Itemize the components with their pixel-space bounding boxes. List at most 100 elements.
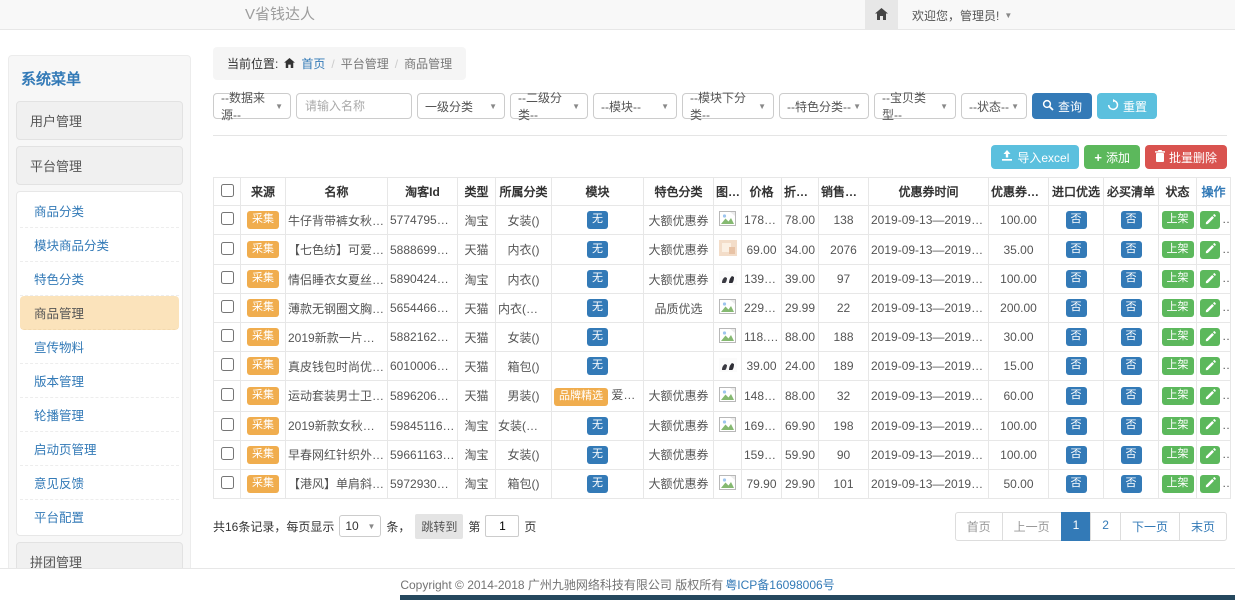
must-buy-badge[interactable]: 否: [1121, 299, 1142, 317]
must-buy-badge[interactable]: 否: [1121, 270, 1142, 288]
select-all-checkbox[interactable]: [221, 184, 234, 197]
cell-source: 采集: [241, 294, 286, 323]
must-buy-badge[interactable]: 否: [1121, 475, 1142, 493]
status-badge[interactable]: 上架: [1162, 241, 1194, 259]
page-button-first[interactable]: 首页: [955, 512, 1003, 541]
sidebar-item-promo-material[interactable]: 宣传物料: [20, 330, 179, 364]
user-menu[interactable]: 欢迎您，管理员! ▼: [912, 7, 1012, 24]
status-badge[interactable]: 上架: [1162, 417, 1194, 435]
reset-button[interactable]: 重置: [1097, 93, 1157, 119]
bulk-delete-button[interactable]: 批量删除: [1145, 145, 1227, 169]
edit-button[interactable]: [1200, 211, 1220, 229]
must-buy-badge[interactable]: 否: [1121, 446, 1142, 464]
import-optional-badge[interactable]: 否: [1066, 328, 1087, 346]
status-badge[interactable]: 上架: [1162, 446, 1194, 464]
import-optional-badge[interactable]: 否: [1066, 270, 1087, 288]
edit-button[interactable]: [1200, 475, 1220, 493]
row-checkbox[interactable]: [221, 300, 234, 313]
search-button[interactable]: 查询: [1032, 93, 1092, 119]
row-checkbox[interactable]: [221, 358, 234, 371]
import-optional-badge[interactable]: 否: [1066, 299, 1087, 317]
col-category: 所属分类: [496, 178, 552, 206]
status-badge[interactable]: 上架: [1162, 387, 1194, 405]
import-optional-badge[interactable]: 否: [1066, 241, 1087, 259]
must-buy-badge[interactable]: 否: [1121, 211, 1142, 229]
item-type-filter-select[interactable]: --宝贝类型--▼: [874, 93, 956, 119]
edit-button[interactable]: [1200, 328, 1220, 346]
sidebar-item-version-management[interactable]: 版本管理: [20, 364, 179, 398]
cell-type: 淘宝: [458, 440, 496, 469]
trash-icon: [1155, 150, 1165, 165]
module-subcategory-filter-select[interactable]: --模块下分类--▼: [682, 93, 774, 119]
edit-button[interactable]: [1200, 357, 1220, 375]
sidebar-item-splash-management[interactable]: 启动页管理: [20, 432, 179, 466]
level2-category-filter-select[interactable]: --二级分类--▼: [510, 93, 588, 119]
cell-coupon-amount: 30.00: [989, 323, 1049, 352]
edit-button[interactable]: [1200, 387, 1220, 405]
edit-button[interactable]: [1200, 270, 1220, 288]
must-buy-badge[interactable]: 否: [1121, 241, 1142, 259]
edit-button[interactable]: [1200, 446, 1220, 464]
status-badge[interactable]: 上架: [1162, 475, 1194, 493]
add-button[interactable]: + 添加: [1084, 145, 1140, 169]
broken-image-icon: [719, 215, 736, 229]
must-buy-badge[interactable]: 否: [1121, 357, 1142, 375]
sidebar-item-carousel-management[interactable]: 轮播管理: [20, 398, 179, 432]
jump-button[interactable]: 跳转到: [415, 514, 463, 539]
status-badge[interactable]: 上架: [1162, 299, 1194, 317]
row-checkbox[interactable]: [221, 242, 234, 255]
sidebar-item-user-management[interactable]: 用户管理: [16, 101, 183, 140]
must-buy-badge[interactable]: 否: [1121, 387, 1142, 405]
import-optional-badge[interactable]: 否: [1066, 211, 1087, 229]
table-row: 采集【港风】单肩斜跨链条...597293020870淘宝箱包()无大额优惠券7…: [214, 469, 1231, 498]
page-button-next[interactable]: 下一页: [1120, 512, 1180, 541]
row-checkbox[interactable]: [221, 212, 234, 225]
status-badge[interactable]: 上架: [1162, 328, 1194, 346]
jump-page-input[interactable]: [485, 515, 519, 537]
row-checkbox[interactable]: [221, 329, 234, 342]
row-checkbox[interactable]: [221, 418, 234, 431]
module-filter-select[interactable]: --模块--▼: [593, 93, 677, 119]
row-checkbox[interactable]: [221, 271, 234, 284]
status-badge[interactable]: 上架: [1162, 270, 1194, 288]
home-button[interactable]: [865, 0, 898, 30]
import-excel-button[interactable]: 导入excel: [991, 145, 1079, 169]
sidebar-item-feature-category[interactable]: 特色分类: [20, 262, 179, 296]
edit-button[interactable]: [1200, 241, 1220, 259]
must-buy-badge[interactable]: 否: [1121, 328, 1142, 346]
row-checkbox[interactable]: [221, 388, 234, 401]
cell-taoke-id: 589042420344: [388, 265, 458, 294]
cell-select: [214, 265, 241, 294]
sidebar-item-goods-category[interactable]: 商品分类: [20, 194, 179, 228]
sidebar-item-module-goods-category[interactable]: 模块商品分类: [20, 228, 179, 262]
icp-link[interactable]: 粤ICP备16098006号: [725, 576, 834, 593]
per-page-select[interactable]: 10 ▼: [339, 515, 381, 537]
sidebar-item-platform-management[interactable]: 平台管理: [16, 146, 183, 185]
import-optional-badge[interactable]: 否: [1066, 357, 1087, 375]
row-checkbox[interactable]: [221, 476, 234, 489]
import-optional-badge[interactable]: 否: [1066, 475, 1087, 493]
level1-category-filter-select[interactable]: 一级分类▼: [417, 93, 505, 119]
feature-category-filter-select[interactable]: --特色分类--▼: [779, 93, 869, 119]
status-filter-select[interactable]: --状态--▼: [961, 93, 1027, 119]
page-button-last[interactable]: 末页: [1179, 512, 1227, 541]
edit-button[interactable]: [1200, 299, 1220, 317]
status-badge[interactable]: 上架: [1162, 211, 1194, 229]
import-optional-badge[interactable]: 否: [1066, 446, 1087, 464]
name-filter-input[interactable]: [296, 93, 412, 119]
must-buy-badge[interactable]: 否: [1121, 417, 1142, 435]
data-source-filter-select[interactable]: --数据来源--▼: [213, 93, 291, 119]
sidebar-item-feedback[interactable]: 意见反馈: [20, 466, 179, 500]
edit-button[interactable]: [1200, 417, 1220, 435]
page-button-prev[interactable]: 上一页: [1002, 512, 1062, 541]
breadcrumb-home-link[interactable]: 首页: [301, 55, 325, 72]
sidebar-item-platform-config[interactable]: 平台配置: [20, 500, 179, 533]
page-button-page-1[interactable]: 1: [1061, 512, 1092, 541]
status-badge[interactable]: 上架: [1162, 357, 1194, 375]
row-checkbox[interactable]: [221, 447, 234, 460]
page-button-page-2[interactable]: 2: [1090, 512, 1121, 541]
cell-discount-price: 29.90: [782, 469, 819, 498]
import-optional-badge[interactable]: 否: [1066, 387, 1087, 405]
sidebar-item-goods-management[interactable]: 商品管理: [20, 296, 179, 330]
import-optional-badge[interactable]: 否: [1066, 417, 1087, 435]
